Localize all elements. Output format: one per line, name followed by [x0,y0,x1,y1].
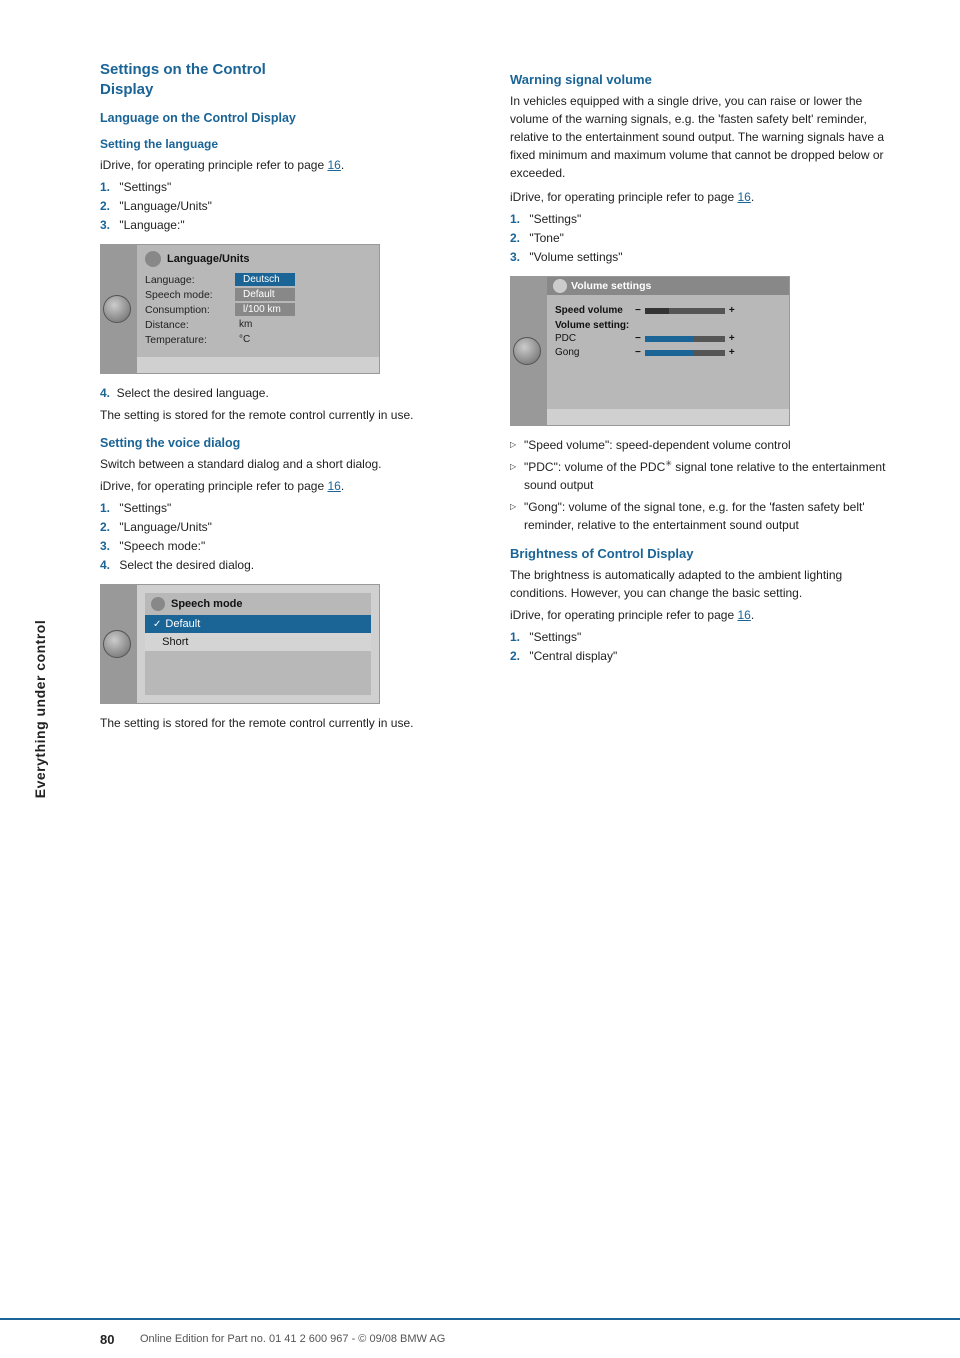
brightness-body: The brightness is automatically adapted … [510,566,890,602]
speech-icon [151,597,165,611]
list-item: 2. "Tone" [510,229,890,247]
knob-area [101,245,137,373]
step4-text: 4. Select the desired language. [100,384,480,402]
screenshot-title: Language/Units [167,253,250,265]
knob-area-3 [511,277,547,425]
list-item: 3. "Volume settings" [510,248,890,266]
footer-text: Online Edition for Part no. 01 41 2 600 … [140,1333,445,1345]
page-container: Everything under control Settings on the… [0,0,960,1358]
warning-signal-section: Warning signal volume In vehicles equipp… [510,72,890,534]
list-item: 2. "Language/Units" [100,197,480,215]
bullet-item: "Gong": volume of the signal tone, e.g. … [510,498,890,534]
list-item: 3. "Language:" [100,216,480,234]
speech-title: Speech mode [171,598,243,610]
footer: 80 Online Edition for Part no. 01 41 2 6… [0,1318,960,1358]
speed-volume-bar [645,308,725,314]
speech-header: Speech mode [145,593,371,615]
list-item: 1. "Settings" [100,178,480,196]
setting-language: Setting the language iDrive, for operati… [100,137,480,424]
sidebar-label: Everything under control [32,620,48,798]
knob-area-2 [101,585,137,703]
brightness-steps: 1. "Settings" 2. "Central display" [510,628,890,665]
voice-intro-text: Switch between a standard dialog and a s… [100,455,480,473]
gong-bar [645,350,725,356]
vol-gong-row: Gong − + [555,347,781,358]
warning-idrive-text: iDrive, for operating principle refer to… [510,188,890,206]
left-column: Settings on the Control Display Language… [100,60,480,1318]
list-item: 2. "Central display" [510,647,890,665]
list-item: 1. "Settings" [510,628,890,646]
voice-idrive-text: iDrive, for operating principle refer to… [100,477,480,495]
page-ref-link-1[interactable]: 16 [327,158,340,172]
vol-header: Volume settings [547,277,789,295]
idrive-knob [103,295,131,323]
page-ref-link-2[interactable]: 16 [327,479,340,493]
list-item: 1. "Settings" [100,499,480,517]
warning-steps: 1. "Settings" 2. "Tone" 3. "Volume setti… [510,210,890,266]
screenshot-row: Distance: km [145,318,371,331]
language-note: The setting is stored for the remote con… [100,406,480,424]
bullet-item: "Speed volume": speed-dependent volume c… [510,436,890,454]
vol-icon [553,279,567,293]
brightness-section: Brightness of Control Display The bright… [510,546,890,665]
screenshot-row: Temperature: °C [145,333,371,346]
warning-bullets: "Speed volume": speed-dependent volume c… [510,436,890,534]
warning-signal-body: In vehicles equipped with a single drive… [510,92,890,182]
brightness-title: Brightness of Control Display [510,546,890,561]
setting-language-title: Setting the language [100,137,480,151]
main-content: Settings on the Control Display Language… [80,0,960,1358]
page-number: 80 [100,1332,130,1347]
screenshot-header: Language/Units [145,251,371,267]
language-subsection-title: Language on the Control Display [100,111,480,125]
speech-row-short: Short [145,633,371,651]
voice-note: The setting is stored for the remote con… [100,714,480,732]
brightness-idrive-text: iDrive, for operating principle refer to… [510,606,890,624]
screenshot-row: Language: Deutsch [145,273,371,286]
voice-steps: 1. "Settings" 2. "Language/Units" 3. "Sp… [100,499,480,574]
page-ref-link-3[interactable]: 16 [737,190,750,204]
speech-screenshot: Speech mode ✓ Default Short [100,584,380,704]
setting-voice: Setting the voice dialog Switch between … [100,436,480,732]
list-item: 1. "Settings" [510,210,890,228]
speech-row-default: ✓ Default [145,615,371,633]
language-screenshot: Language/Units Language: Deutsch Speech … [100,244,380,374]
vol-pdc-row: PDC − + [555,333,781,344]
idrive-knob-2 [103,630,131,658]
setting-language-intro: iDrive, for operating principle refer to… [100,156,480,174]
vol-speed-row: Speed volume − + [555,305,781,316]
bullet-item: "PDC": volume of the PDC✳ signal tone re… [510,458,890,494]
volume-screenshot: Volume settings Speed volume − [510,276,790,426]
vol-title: Volume settings [571,280,651,292]
warning-signal-title: Warning signal volume [510,72,890,87]
idrive-knob-3 [513,337,541,365]
screenshot-row: Speech mode: Default [145,288,371,301]
vol-setting-label: Volume setting: [555,320,781,331]
page-ref-link-4[interactable]: 16 [737,608,750,622]
list-item: 3. "Speech mode:" [100,537,480,555]
list-item: 4. Select the desired dialog. [100,556,480,574]
setting-voice-title: Setting the voice dialog [100,436,480,450]
sidebar: Everything under control [0,0,80,1358]
screenshot-row: Consumption: l/100 km [145,303,371,316]
language-section: Language on the Control Display Setting … [100,111,480,732]
section-title: Settings on the Control Display [100,60,480,99]
setting-language-steps: 1. "Settings" 2. "Language/Units" 3. "La… [100,178,480,234]
list-item: 2. "Language/Units" [100,518,480,536]
right-column: Warning signal volume In vehicles equipp… [510,60,890,1318]
pdc-bar [645,336,725,342]
screenshot-icon [145,251,161,267]
